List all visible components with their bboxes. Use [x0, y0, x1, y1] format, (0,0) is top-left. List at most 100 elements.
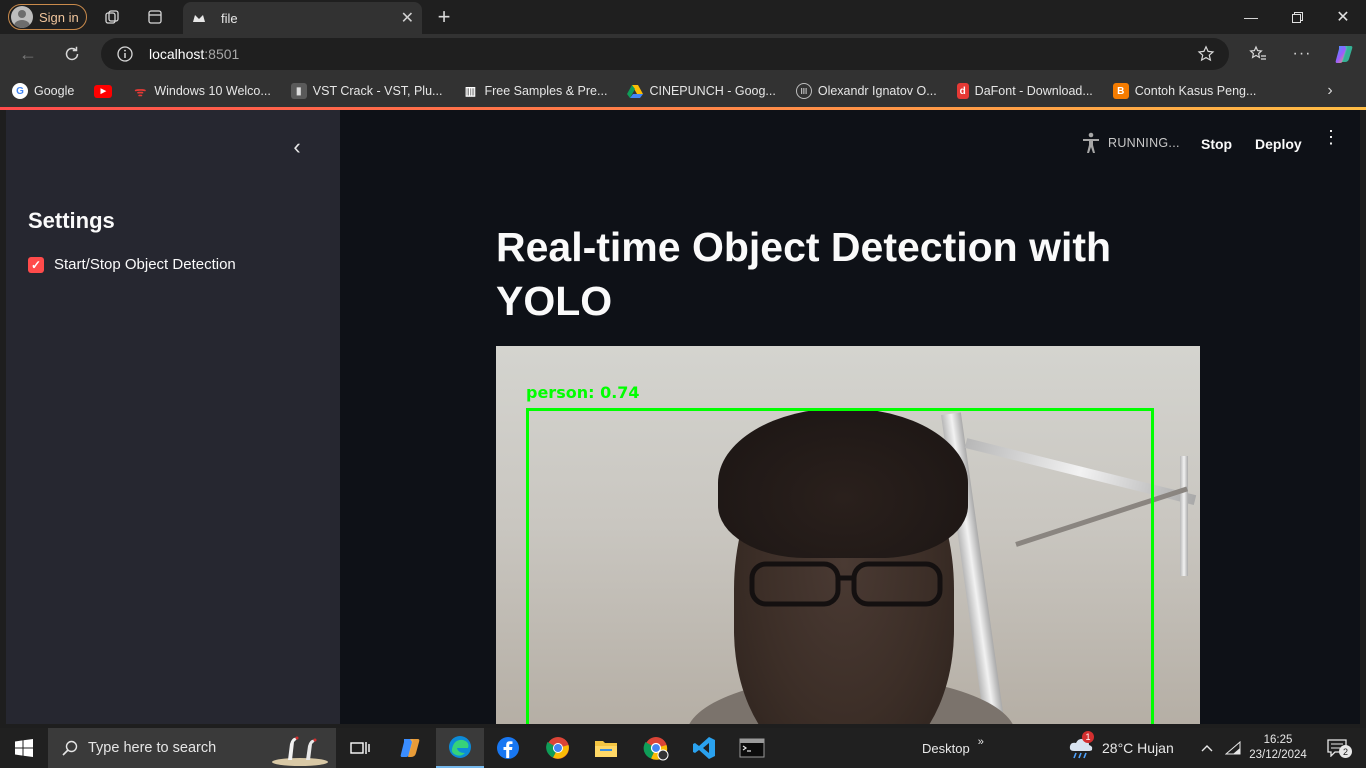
piano-icon: ▥ [464, 84, 477, 98]
status-text: RUNNING... [1108, 136, 1180, 150]
search-icon [62, 740, 78, 756]
windows-taskbar: Type here to search Desktop » 1 28°C Huj… [0, 728, 1366, 768]
bookmark-label: Contoh Kasus Peng... [1134, 84, 1257, 98]
bookmark-windows-10[interactable]: ᯤ Windows 10 Welco... [132, 83, 270, 99]
bookmark-dafont[interactable]: d DaFont - Download... [956, 83, 1093, 99]
vscode-taskbar-icon[interactable] [680, 728, 728, 768]
terminal-taskbar-icon[interactable] [728, 728, 776, 768]
stop-button[interactable]: Stop [1201, 136, 1232, 152]
clock-time: 16:25 [1263, 734, 1293, 746]
bookmark-vst-crack[interactable]: ▮ VST Crack - VST, Plu... [290, 83, 443, 99]
profile-avatar-icon [11, 6, 33, 28]
rain-cloud-icon: 1 [1068, 731, 1094, 759]
detection-label: person: 0.74 [526, 383, 640, 402]
sign-in-label: Sign in [39, 9, 79, 25]
blogger-icon: B [1112, 83, 1129, 99]
back-icon[interactable]: ← [16, 42, 40, 66]
bookmark-label: Free Samples & Pre... [484, 84, 608, 98]
tab-file[interactable]: file ✕ [183, 2, 422, 34]
more-options-icon[interactable]: ··· [1290, 42, 1314, 66]
collapse-sidebar-chevron-icon[interactable]: ‹ [288, 136, 306, 158]
network-icon[interactable] [1224, 728, 1242, 768]
running-person-icon [1083, 132, 1099, 153]
youtube-icon: ▶ [94, 84, 113, 98]
copilot-icon[interactable] [1331, 41, 1357, 67]
chrome-taskbar-icon[interactable] [534, 728, 582, 768]
background-rod [1180, 456, 1188, 576]
dafont-icon: d [956, 83, 969, 99]
url-host: localhost [149, 46, 205, 62]
search-placeholder: Type here to search [88, 740, 217, 756]
bookmark-cinepunch[interactable]: CINEPUNCH - Goog... [627, 83, 776, 99]
restore-icon[interactable] [1274, 0, 1320, 34]
weather-text: 28°C Hujan [1102, 740, 1174, 756]
bookmark-label: VST Crack - VST, Plu... [312, 84, 443, 98]
favorites-icon[interactable] [1246, 42, 1270, 66]
notifications-button[interactable]: 2 [1322, 728, 1352, 768]
chrome-profile-taskbar-icon[interactable] [632, 728, 680, 768]
bookmarks-overflow-chevron-icon[interactable]: › [1320, 82, 1340, 100]
streamlit-favicon-icon [191, 10, 207, 26]
bookmark-label: CINEPUNCH - Goog... [649, 84, 776, 98]
bookmark-google[interactable]: G Google [12, 83, 74, 99]
tab-actions-icon[interactable] [143, 6, 167, 28]
wifi-icon: ᯤ [134, 84, 147, 99]
new-tab-icon[interactable]: + [432, 4, 456, 29]
circle-logo-icon: III [795, 83, 812, 99]
edge-taskbar-icon[interactable] [436, 728, 484, 768]
tab-close-icon[interactable]: ✕ [401, 8, 414, 28]
show-hidden-icons-chevron-icon[interactable] [1198, 728, 1216, 768]
checkbox-checked-icon[interactable]: ✓ [28, 256, 44, 273]
detection-bounding-box [526, 408, 1154, 724]
clock[interactable]: 16:25 23/12/2024 [1248, 728, 1308, 768]
weather-alert-badge: 1 [1082, 731, 1094, 743]
bookmark-label: Windows 10 Welco... [154, 84, 271, 98]
toolbar-overflow-icon: » [977, 736, 984, 748]
webcam-frame: person: 0.74 [496, 346, 1200, 724]
bookmark-free-samples[interactable]: ▥ Free Samples & Pre... [462, 83, 608, 99]
favorite-star-icon[interactable] [1197, 45, 1215, 63]
main-menu-icon[interactable]: ⋮ [1322, 128, 1340, 146]
desktop-label: Desktop [922, 740, 970, 756]
bookmark-youtube[interactable]: ▶ [94, 84, 113, 98]
tab-title: file [221, 10, 238, 26]
bookmark-label: Google [34, 84, 75, 98]
minimize-icon[interactable]: — [1228, 0, 1274, 34]
detection-checkbox-row[interactable]: ✓ Start/Stop Object Detection [28, 256, 236, 273]
notification-count-badge: 2 [1339, 745, 1352, 758]
bookmark-label: Olexandr Ignatov O... [817, 84, 937, 98]
desktop-toolbar[interactable]: Desktop » [922, 728, 984, 768]
sidebar-heading: Settings [28, 208, 115, 233]
windows-start-icon[interactable] [0, 728, 48, 768]
refresh-icon[interactable] [60, 42, 84, 66]
taskbar-search-box[interactable]: Type here to search [48, 728, 336, 768]
deploy-button[interactable]: Deploy [1255, 136, 1302, 152]
copilot-taskbar-icon[interactable] [386, 728, 434, 768]
vst-icon: ▮ [290, 83, 307, 99]
clock-date: 23/12/2024 [1249, 749, 1307, 761]
drive-icon [627, 83, 644, 99]
sidebar: ‹ Settings ✓ Start/Stop Object Detection [6, 110, 340, 724]
running-status: RUNNING... [1082, 132, 1180, 154]
bookmark-label: DaFont - Download... [974, 84, 1093, 98]
weather-widget[interactable]: 1 28°C Hujan [1068, 728, 1174, 768]
main-content: RUNNING... Stop Deploy ⋮ Real-time Objec… [340, 110, 1360, 724]
tab-bar: Sign in file ✕ + — ✕ [0, 0, 1366, 34]
page-title: Real-time Object Detection with YOLO [496, 224, 1112, 324]
bookmark-contoh-kasus[interactable]: B Contoh Kasus Peng... [1112, 83, 1257, 99]
checkbox-label: Start/Stop Object Detection [54, 256, 236, 273]
file-explorer-taskbar-icon[interactable] [582, 728, 630, 768]
workspaces-icon[interactable] [100, 6, 124, 28]
bookmarks-bar: G Google ▶ ᯤ Windows 10 Welco... ▮ VST C… [0, 74, 1366, 108]
task-view-icon[interactable] [336, 728, 384, 768]
site-info-icon[interactable] [117, 46, 133, 62]
close-window-icon[interactable]: ✕ [1320, 0, 1366, 34]
address-bar[interactable]: localhost:8501 [101, 38, 1229, 70]
url-port: :8501 [204, 46, 240, 62]
bookmark-olexandr[interactable]: III Olexandr Ignatov O... [795, 83, 937, 99]
search-highlight-cranes-icon [272, 736, 328, 766]
toolbar: ← localhost:8501 ··· [0, 34, 1366, 74]
facebook-taskbar-icon[interactable] [484, 728, 532, 768]
google-icon: G [12, 83, 28, 99]
sign-in-button[interactable]: Sign in [8, 4, 87, 30]
